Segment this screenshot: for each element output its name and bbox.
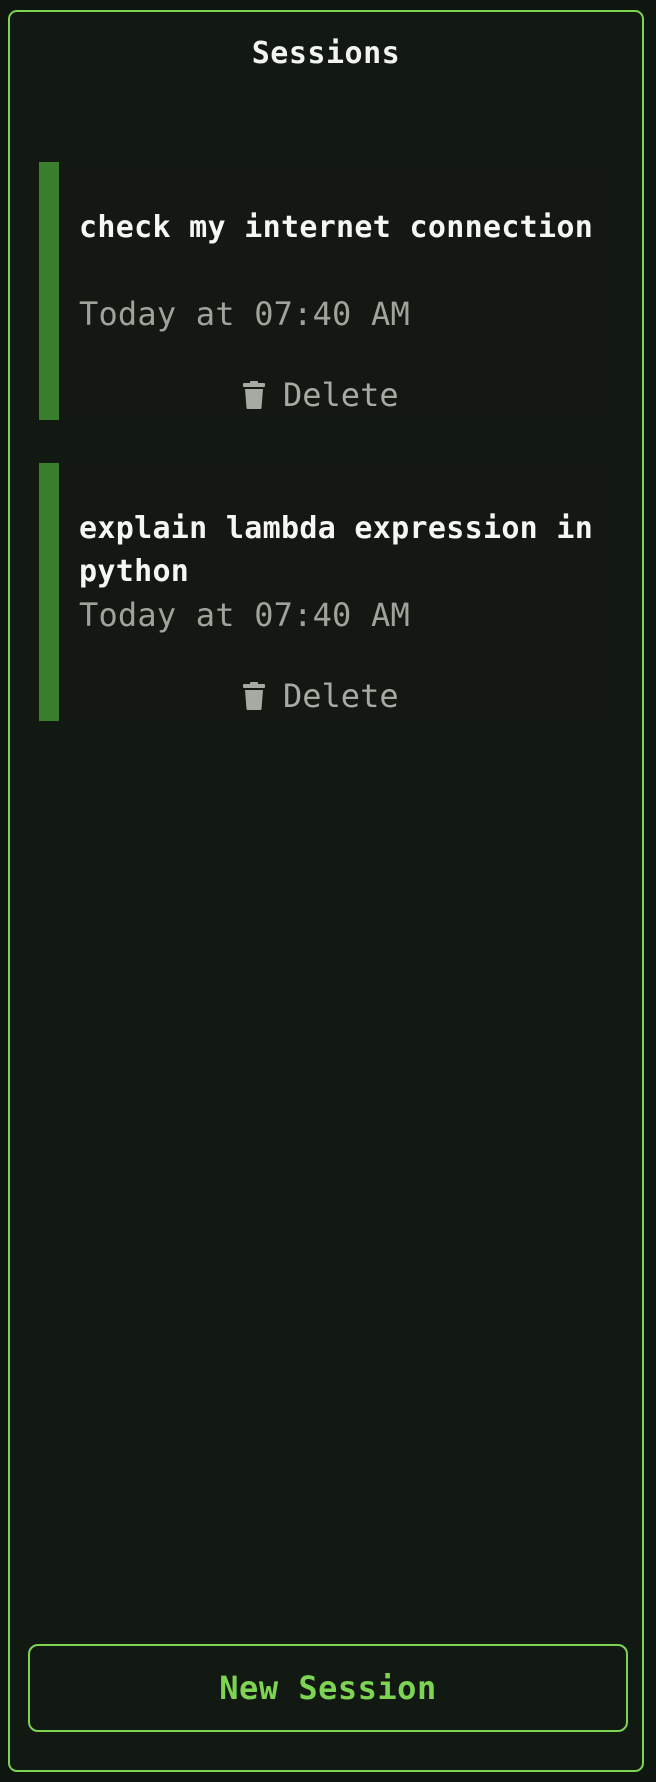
delete-session-button[interactable]: Delete: [243, 676, 399, 716]
trash-icon: [243, 682, 265, 710]
session-card[interactable]: explain lambda expression in python Toda…: [39, 463, 619, 721]
delete-label: Delete: [283, 376, 399, 414]
sessions-panel: Sessions check my internet connection To…: [8, 10, 644, 1772]
session-title: explain lambda expression in python: [79, 511, 594, 589]
session-timestamp: Today at 07:40 AM: [79, 295, 410, 333]
new-session-button[interactable]: New Session: [28, 1644, 628, 1732]
session-timestamp: Today at 07:40 AM: [79, 596, 410, 634]
delete-session-button[interactable]: Delete: [243, 375, 399, 415]
panel-title: Sessions: [251, 36, 401, 71]
session-title: check my internet connection: [79, 210, 594, 245]
session-list: check my internet connection Today at 07…: [39, 162, 619, 764]
session-card[interactable]: check my internet connection Today at 07…: [39, 162, 619, 420]
delete-label: Delete: [283, 677, 399, 715]
trash-icon: [243, 381, 265, 409]
